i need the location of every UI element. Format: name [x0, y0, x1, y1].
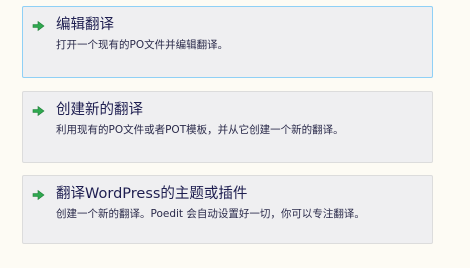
action-description: 打开一个现有的PO文件并编辑翻译。 — [56, 39, 229, 51]
arrow-right-icon — [32, 189, 45, 201]
action-card-edit-translation[interactable]: 编辑翻译 打开一个现有的PO文件并编辑翻译。 — [22, 6, 433, 78]
arrow-right-icon — [32, 105, 45, 117]
action-title: 创建新的翻译 — [56, 102, 143, 118]
arrow-right-icon — [32, 20, 45, 32]
action-card-translate-wordpress[interactable]: 翻译WordPress的主题或插件 创建一个新的翻译。Poedit 会自动设置好… — [22, 175, 433, 244]
action-title: 编辑翻译 — [56, 17, 114, 33]
action-description: 利用现有的PO文件或者POT模板，并从它创建一个新的翻译。 — [56, 124, 344, 136]
action-description: 创建一个新的翻译。Poedit 会自动设置好一切，你可以专注翻译。 — [56, 208, 365, 220]
action-card-create-translation[interactable]: 创建新的翻译 利用现有的PO文件或者POT模板，并从它创建一个新的翻译。 — [22, 91, 433, 163]
action-title: 翻译WordPress的主题或插件 — [56, 186, 248, 202]
